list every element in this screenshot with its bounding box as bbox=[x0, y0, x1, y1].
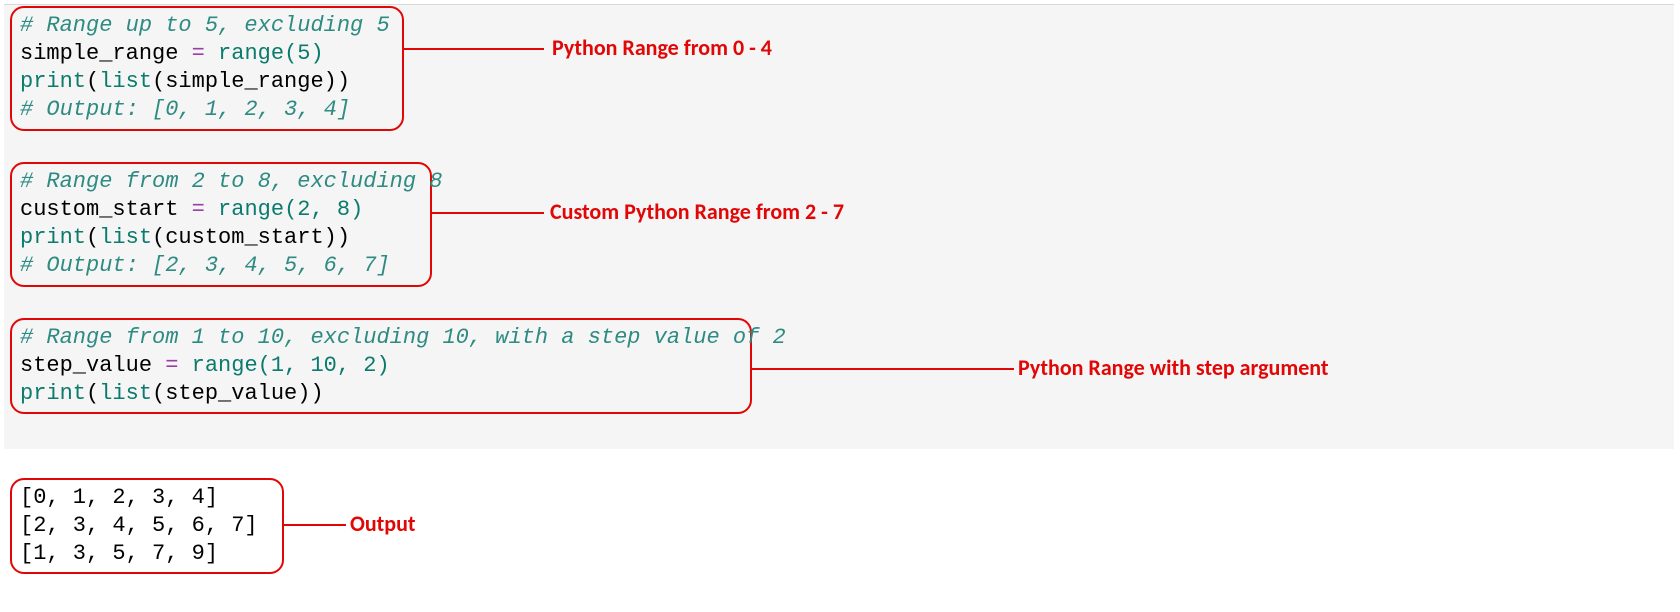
code-comment: # Range from 1 to 10, excluding 10, with… bbox=[20, 325, 786, 350]
code-args: (1, 10, 2) bbox=[258, 353, 390, 378]
code-text: # Range from 1 to 10, excluding 10, with… bbox=[20, 324, 742, 408]
output-block: [0, 1, 2, 3, 4] [2, 3, 4, 5, 6, 7] [1, 3… bbox=[10, 478, 284, 574]
code-comment: # Output: [2, 3, 4, 5, 6, 7] bbox=[20, 253, 390, 278]
annotation-line bbox=[404, 48, 544, 50]
code-paren: ( bbox=[86, 381, 99, 406]
code-args: (step_value)) bbox=[152, 381, 324, 406]
annotation-label-block1: Python Range from 0 - 4 bbox=[552, 34, 772, 62]
code-paren: ( bbox=[86, 69, 99, 94]
code-func: range bbox=[218, 41, 284, 66]
code-var: step_value bbox=[20, 353, 152, 378]
code-block-simple-range: # Range up to 5, excluding 5 simple_rang… bbox=[10, 6, 404, 131]
code-block-step-value: # Range from 1 to 10, excluding 10, with… bbox=[10, 318, 752, 414]
code-comment: # Range from 2 to 8, excluding 8 bbox=[20, 169, 442, 194]
annotation-line bbox=[284, 524, 346, 526]
code-comment: # Range up to 5, excluding 5 bbox=[20, 13, 390, 38]
code-block-custom-start: # Range from 2 to 8, excluding 8 custom_… bbox=[10, 162, 432, 287]
code-operator: = bbox=[152, 353, 192, 378]
code-func: list bbox=[99, 381, 152, 406]
output-line: [2, 3, 4, 5, 6, 7] bbox=[20, 513, 258, 538]
code-text: # Range from 2 to 8, excluding 8 custom_… bbox=[20, 168, 422, 281]
code-var: custom_start bbox=[20, 197, 178, 222]
code-args: (2, 8) bbox=[284, 197, 363, 222]
code-func: range bbox=[218, 197, 284, 222]
code-func: list bbox=[99, 69, 152, 94]
code-var: simple_range bbox=[20, 41, 178, 66]
code-args: (5) bbox=[284, 41, 324, 66]
annotation-label-block2: Custom Python Range from 2 - 7 bbox=[550, 198, 844, 226]
annotation-line bbox=[432, 212, 544, 214]
annotation-label-output: Output bbox=[350, 510, 416, 538]
output-line: [0, 1, 2, 3, 4] bbox=[20, 485, 218, 510]
code-func: print bbox=[20, 69, 86, 94]
code-func: print bbox=[20, 381, 86, 406]
code-operator: = bbox=[178, 197, 218, 222]
code-args: (simple_range)) bbox=[152, 69, 350, 94]
output-text: [0, 1, 2, 3, 4] [2, 3, 4, 5, 6, 7] [1, 3… bbox=[20, 484, 274, 568]
annotation-line bbox=[752, 368, 1014, 370]
code-args: (custom_start)) bbox=[152, 225, 350, 250]
annotation-label-block3: Python Range with step argument bbox=[1018, 354, 1329, 382]
code-comment: # Output: [0, 1, 2, 3, 4] bbox=[20, 97, 350, 122]
code-func: list bbox=[99, 225, 152, 250]
output-line: [1, 3, 5, 7, 9] bbox=[20, 541, 218, 566]
code-func: print bbox=[20, 225, 86, 250]
code-paren: ( bbox=[86, 225, 99, 250]
code-operator: = bbox=[178, 41, 218, 66]
code-text: # Range up to 5, excluding 5 simple_rang… bbox=[20, 12, 394, 125]
code-func: range bbox=[192, 353, 258, 378]
